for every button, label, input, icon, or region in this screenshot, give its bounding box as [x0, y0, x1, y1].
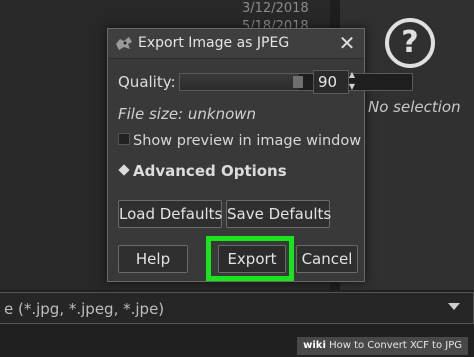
advanced-options-toggle[interactable]: Advanced Options	[133, 162, 287, 180]
dialog-title: Export Image as JPEG	[138, 35, 290, 51]
export-button-highlight	[206, 236, 294, 281]
show-preview-checkbox[interactable]	[118, 133, 130, 145]
quality-spin-arrows[interactable]: ▲ ▼	[346, 69, 358, 95]
file-type-select[interactable]: e (*.jpg, *.jpeg, *.jpe)	[0, 292, 474, 324]
quality-slider-fill	[180, 74, 299, 90]
spin-down-icon[interactable]: ▼	[346, 81, 358, 93]
dialog-titlebar[interactable]: Export Image as JPEG ✕	[108, 29, 364, 59]
load-defaults-button[interactable]: Load Defaults	[118, 200, 222, 228]
watermark-text: How to Convert XCF to JPG	[329, 340, 462, 351]
quality-label: Quality:	[118, 73, 176, 91]
cancel-button[interactable]: Cancel	[296, 245, 358, 273]
help-icon: ?	[385, 18, 435, 68]
close-icon[interactable]: ✕	[336, 31, 358, 55]
expander-icon[interactable]	[118, 164, 130, 176]
quality-slider-handle[interactable]	[293, 76, 303, 88]
quality-value-field[interactable]: 90	[313, 70, 349, 94]
watermark-brand: wiki	[303, 340, 326, 351]
show-preview-label[interactable]: Show preview in image window	[133, 133, 361, 149]
no-selection-text: No selection	[368, 98, 461, 116]
spin-up-icon[interactable]: ▲	[346, 69, 358, 81]
file-size-text: File size: unknown	[118, 105, 257, 123]
date-column-text: 3/12/2018 5/18/2018	[238, 0, 328, 34]
save-defaults-button[interactable]: Save Defaults	[226, 200, 331, 228]
help-button[interactable]: Help	[118, 245, 188, 273]
file-type-select-value: e (*.jpg, *.jpeg, *.jpe)	[4, 300, 165, 318]
quality-slider[interactable]	[179, 73, 413, 91]
gimp-logo-icon	[116, 37, 132, 50]
watermark: wiki How to Convert XCF to JPG	[297, 337, 468, 355]
chevron-down-icon	[448, 303, 460, 310]
date-line-1: 3/12/2018	[242, 1, 309, 16]
